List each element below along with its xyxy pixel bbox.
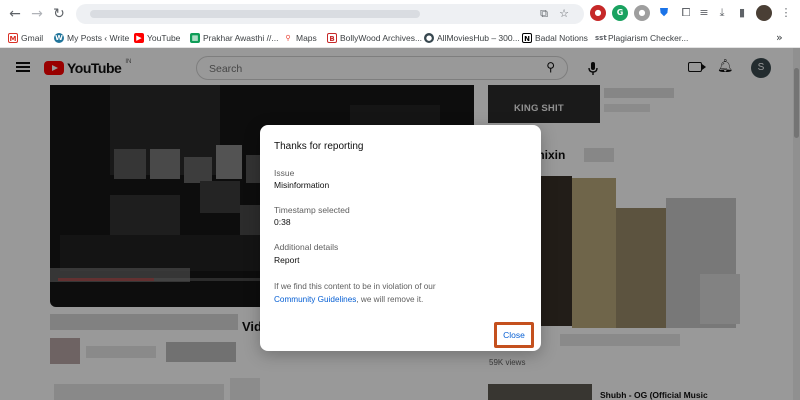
note-text: If we find this content to be in violati…	[274, 282, 436, 291]
community-guidelines-link[interactable]: Community Guidelines	[274, 295, 356, 304]
extension-gray-icon[interactable]: ●	[634, 5, 650, 21]
bookmark-label: Plagiarism Checker...	[608, 33, 689, 43]
extensions-puzzle-icon[interactable]: ⧠	[678, 5, 694, 21]
bookmark-label: My Posts ‹ Write	[67, 33, 130, 43]
note-text-end: , we will remove it.	[356, 295, 424, 304]
timestamp-label: Timestamp selected	[274, 205, 350, 215]
notion-icon: N	[522, 33, 532, 43]
issue-value: Misinformation	[274, 180, 330, 190]
gmail-icon: M	[8, 33, 18, 43]
report-confirmation-dialog: Thanks for reporting Issue Misinformatio…	[260, 125, 541, 351]
bookmark-maps[interactable]: ⚲ Maps	[283, 31, 317, 45]
media-control-icon[interactable]: ≡	[696, 5, 712, 21]
guidelines-note: If we find this content to be in violati…	[274, 280, 524, 306]
bookmark-plagiarism-checker[interactable]: sst Plagiarism Checker...	[595, 31, 688, 45]
forward-icon[interactable]: →	[28, 5, 46, 23]
bookmark-youtube[interactable]: ▶ YouTube	[134, 31, 180, 45]
back-icon[interactable]: ←	[6, 5, 24, 23]
browser-profile-avatar[interactable]	[756, 5, 772, 21]
download-icon[interactable]: ⤓	[714, 5, 730, 21]
cast-icon[interactable]: ⧉	[536, 6, 552, 22]
dialog-title: Thanks for reporting	[274, 141, 364, 152]
grammarly-icon[interactable]: G	[612, 5, 628, 21]
browser-toolbar: ← → ↻ ⧉ ☆ ● G ● ⛊ ⧠ ≡ ⤓ ▮ ⋮	[0, 0, 800, 28]
checker-icon: sst	[595, 33, 607, 43]
side-panel-icon[interactable]: ▮	[734, 5, 750, 21]
bookmarks-bar: M Gmail W My Posts ‹ Write ▶ YouTube ▦ P…	[0, 28, 800, 48]
extension-red-icon[interactable]: ●	[590, 5, 606, 21]
bookmark-bollywood[interactable]: B BollyWood Archives...	[327, 31, 422, 45]
page-icon: B	[327, 33, 337, 43]
maps-pin-icon: ⚲	[283, 33, 293, 43]
bookmark-prakhar[interactable]: ▦ Prakhar Awasthi //...	[190, 31, 278, 45]
browser-menu-icon[interactable]: ⋮	[778, 5, 794, 21]
blurred-url	[90, 10, 420, 18]
bookmark-label: Gmail	[21, 33, 44, 43]
more-bookmarks-icon[interactable]: »	[776, 31, 783, 45]
bookmark-label: Badal Notions	[535, 33, 588, 43]
details-value: Report	[274, 255, 300, 265]
timestamp-value: 0:38	[274, 217, 291, 227]
bookmark-label: Prakhar Awasthi //...	[203, 33, 279, 43]
youtube-icon: ▶	[134, 33, 144, 43]
shield-icon[interactable]: ⛊	[656, 5, 672, 21]
bookmark-label: BollyWood Archives...	[340, 33, 423, 43]
bookmark-label: Maps	[296, 33, 317, 43]
bookmark-allmovieshub[interactable]: ● AllMoviesHub – 300...	[424, 31, 520, 45]
bookmark-label: YouTube	[147, 33, 181, 43]
sheets-icon: ▦	[190, 33, 200, 43]
globe-icon: ●	[424, 33, 434, 43]
bookmark-badal-notions[interactable]: N Badal Notions	[522, 31, 588, 45]
bookmark-my-posts[interactable]: W My Posts ‹ Write	[54, 31, 129, 45]
bookmark-star-icon[interactable]: ☆	[556, 6, 572, 22]
address-bar[interactable]: ⧉ ☆	[76, 4, 584, 24]
reload-icon[interactable]: ↻	[50, 5, 68, 23]
issue-label: Issue	[274, 168, 295, 178]
details-label: Additional details	[274, 242, 339, 252]
bookmark-label: AllMoviesHub – 300...	[437, 33, 520, 43]
bookmark-gmail[interactable]: M Gmail	[8, 31, 43, 45]
close-button[interactable]: Close	[494, 322, 534, 348]
wordpress-icon: W	[54, 33, 64, 43]
